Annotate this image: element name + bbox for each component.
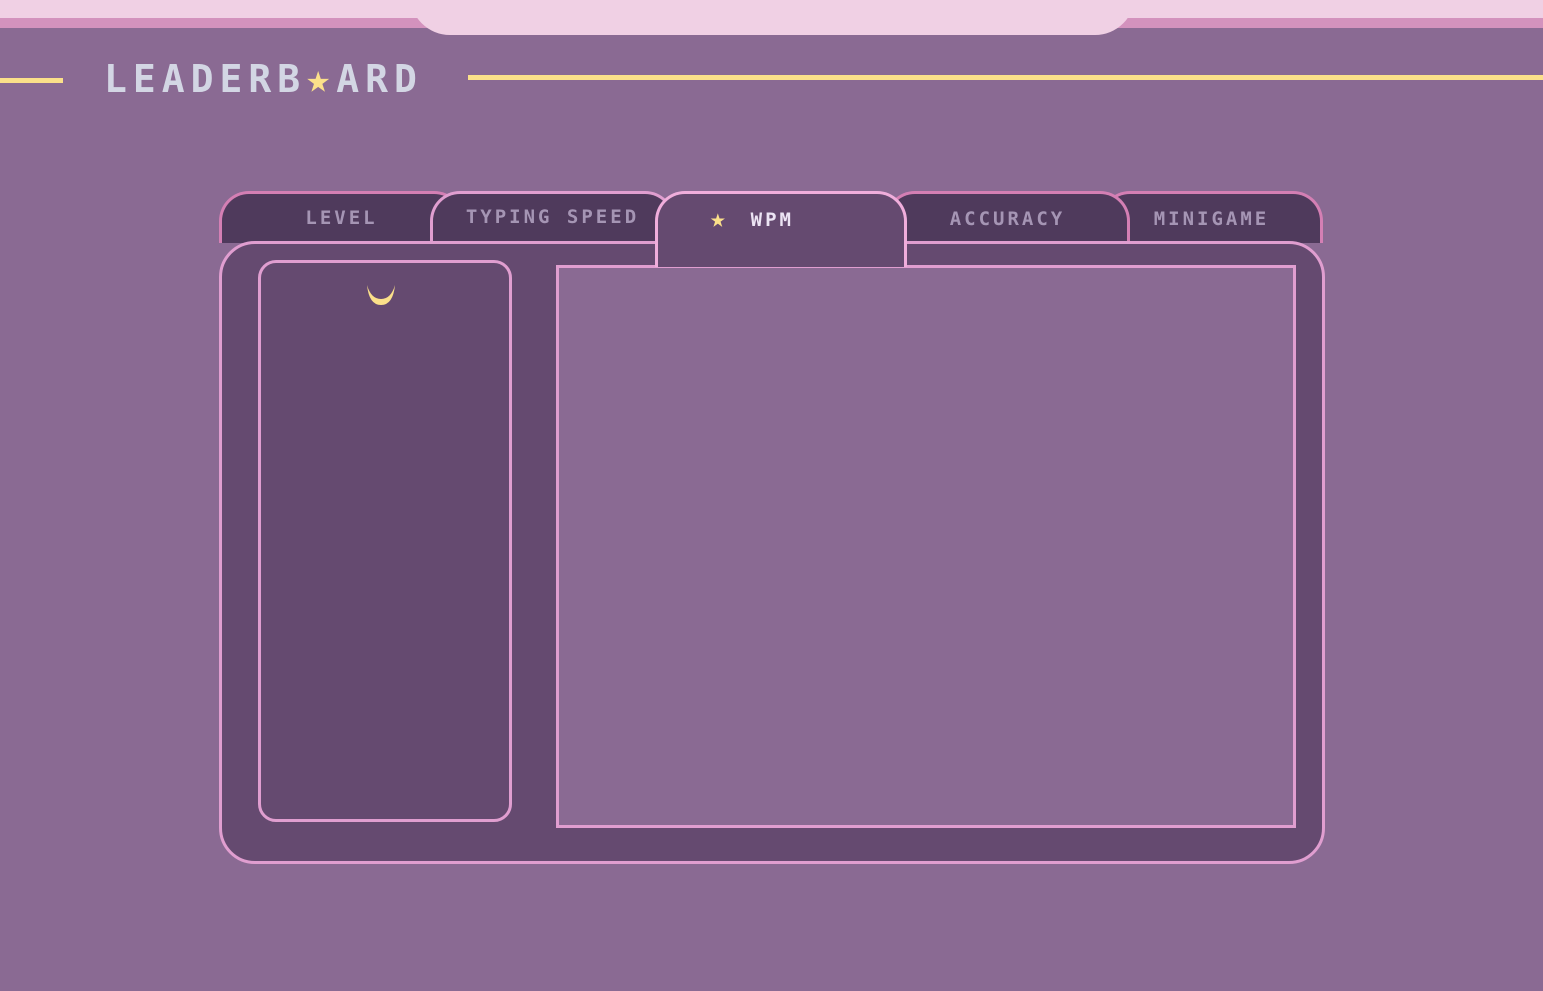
- header-line-right: [468, 75, 1543, 80]
- leaderboard-list[interactable]: [556, 265, 1296, 828]
- tab-minigame[interactable]: MINIGAME: [1100, 191, 1323, 243]
- tab-minigame-label: MINIGAME: [1153, 207, 1270, 230]
- title-text-start: LEADERB: [104, 57, 307, 101]
- tab-typing-speed[interactable]: TYPING SPEED: [430, 191, 675, 243]
- moon-icon: [367, 285, 395, 305]
- page-title: LEADERB ★ ARD: [104, 56, 423, 102]
- player-sidebar: [258, 260, 512, 822]
- star-icon: ★: [710, 204, 729, 234]
- tab-wpm[interactable]: ★ WPM: [655, 191, 907, 267]
- tab-level[interactable]: LEVEL: [219, 191, 464, 243]
- top-notch: [410, 0, 1135, 35]
- tab-typing-speed-label: TYPING SPEED: [465, 205, 640, 228]
- tab-level-label: LEVEL: [305, 206, 378, 229]
- header-line-left: [0, 78, 63, 83]
- tab-accuracy-label: ACCURACY: [949, 207, 1066, 230]
- tab-accuracy[interactable]: ACCURACY: [885, 191, 1130, 243]
- title-text-end: ARD: [336, 57, 423, 101]
- title-star-icon: ★: [306, 56, 337, 102]
- tab-wpm-label: WPM: [750, 209, 794, 231]
